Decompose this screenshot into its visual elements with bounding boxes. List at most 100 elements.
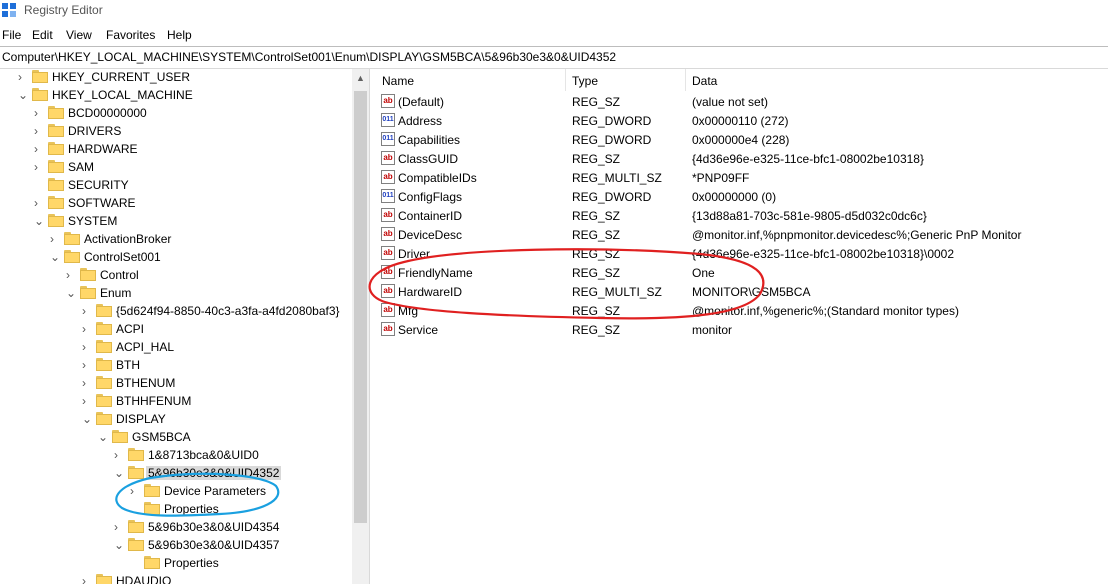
tree-item-label: HDAUDIO [116,574,172,584]
folder-icon [144,502,160,515]
chevron-down-icon[interactable]: ⌄ [82,410,92,428]
column-name[interactable]: Name [382,74,414,88]
value-name: ContainerID [398,209,463,223]
chevron-right-icon[interactable]: › [82,302,92,320]
chevron-right-icon[interactable]: › [18,69,28,86]
value-row[interactable]: ab Mfg REG_SZ @monitor.inf,%generic%;(Stand… [375,301,1108,320]
value-data: {13d88a81-703c-581e-9805-d5d032c0dc6c} [692,209,927,223]
tree-item-label: Properties [164,502,219,516]
value-row[interactable]: 011 ConfigFlags REG_DWORD 0x00000000 (0) [375,187,1108,206]
menu-help[interactable]: Help [167,28,192,42]
address-bar[interactable]: Computer\HKEY_LOCAL_MACHINE\SYSTEM\Contr… [0,46,1108,69]
tree-item-label: DRIVERS [68,124,122,138]
chevron-right-icon[interactable]: › [82,320,92,338]
value-type: REG_DWORD [572,133,652,147]
folder-icon [64,232,80,245]
chevron-down-icon[interactable]: ⌄ [18,86,28,104]
value-row[interactable]: ab ContainerID REG_SZ {13d88a81-703c-581e-9… [375,206,1108,225]
tree-item-label: Properties [164,556,219,570]
value-row[interactable]: ab CompatibleIDs REG_MULTI_SZ *PNP09FF [375,168,1108,187]
value-row[interactable]: ab Service REG_SZ monitor [375,320,1108,339]
chevron-down-icon[interactable]: ⌄ [114,464,124,482]
tree-item-label: ACPI [116,322,145,336]
chevron-right-icon[interactable]: › [82,356,92,374]
scroll-up-icon[interactable]: ▲ [356,73,365,83]
binary-value-icon: 011 [381,189,395,203]
value-name: FriendlyName [398,266,473,280]
menu-file[interactable]: File [2,28,21,42]
chevron-right-icon[interactable]: › [82,392,92,410]
value-row[interactable]: ab Driver REG_SZ {4d36e96e-e325-11ce-bfc1-0… [375,244,1108,263]
binary-value-icon: 011 [381,113,395,127]
tree-scrollbar[interactable]: ▲ [352,69,369,584]
chevron-right-icon[interactable]: › [114,518,124,536]
value-type: REG_SZ [572,95,621,109]
column-type[interactable]: Type [572,74,598,88]
value-type: REG_MULTI_SZ [572,171,662,185]
value-data: One [692,266,715,280]
column-divider[interactable] [685,69,686,91]
value-row[interactable]: ab DeviceDesc REG_SZ @monitor.inf,%pnpmonit… [375,225,1108,244]
value-data: 0x00000110 (272) [692,114,789,128]
string-value-icon: ab [381,246,395,260]
chevron-down-icon[interactable]: ⌄ [98,428,108,446]
chevron-right-icon[interactable]: › [34,122,44,140]
value-data: *PNP09FF [692,171,750,185]
chevron-down-icon[interactable]: ⌄ [50,248,60,266]
chevron-right-icon[interactable]: › [34,104,44,122]
value-row[interactable]: ab ClassGUID REG_SZ {4d36e96e-e325-11ce-bfc… [375,149,1108,168]
menu-view[interactable]: View [66,28,92,42]
value-row[interactable]: ab HardwareID REG_MULTI_SZ MONITOR\GSM5BCA [375,282,1108,301]
scroll-thumb[interactable] [354,91,367,523]
folder-icon [48,178,64,191]
tree-item-label: {5d624f94-8850-40c3-a3fa-a4fd2080baf3} [116,304,340,318]
value-data: {4d36e96e-e325-11ce-bfc1-08002be10318}\0… [692,247,955,261]
chevron-right-icon[interactable]: › [34,158,44,176]
chevron-right-icon[interactable]: › [66,266,76,284]
menu-edit[interactable]: Edit [32,28,53,42]
tree-item-label: SYSTEM [68,214,118,228]
chevron-right-icon[interactable]: › [82,572,92,584]
tree-item-label: SAM [68,160,95,174]
string-value-icon: ab [381,265,395,279]
menu-bar: File Edit View Favorites Help [0,25,1108,45]
value-type: REG_SZ [572,209,621,223]
value-row[interactable]: ab (Default) REG_SZ (value not set) [375,92,1108,111]
value-row[interactable]: ab FriendlyName REG_SZ One [375,263,1108,282]
chevron-down-icon[interactable]: ⌄ [66,284,76,302]
key-tree[interactable]: › HKEY_CURRENT_USER ⌄ HKEY_LOCAL_MACHINE › BC… [0,69,352,584]
chevron-right-icon[interactable]: › [82,374,92,392]
chevron-right-icon[interactable]: › [34,194,44,212]
chevron-down-icon[interactable]: ⌄ [114,536,124,554]
tree-item-label: HARDWARE [68,142,138,156]
address-path: Computer\HKEY_LOCAL_MACHINE\SYSTEM\Contr… [2,50,617,64]
value-data: monitor [692,323,733,337]
values-list: Name Type Data ab (Default) REG_SZ (value n… [375,69,1108,584]
chevron-right-icon[interactable]: › [82,338,92,356]
chevron-down-icon[interactable]: ⌄ [34,212,44,230]
string-value-icon: ab [381,284,395,298]
folder-icon [144,484,160,497]
folder-icon [96,340,112,353]
string-value-icon: ab [381,227,395,241]
value-row[interactable]: 011 Capabilities REG_DWORD 0x000000e4 (228) [375,130,1108,149]
string-value-icon: ab [381,151,395,165]
value-row[interactable]: 011 Address REG_DWORD 0x00000110 (272) [375,111,1108,130]
string-value-icon: ab [381,322,395,336]
folder-icon [80,286,96,299]
folder-icon [32,88,48,101]
column-data[interactable]: Data [692,74,717,88]
tree-item-label: BTHHFENUM [116,394,192,408]
chevron-right-icon[interactable]: › [130,482,140,500]
registry-icon [2,3,16,17]
tree-item-label: GSM5BCA [132,430,191,444]
string-value-icon: ab [381,94,395,108]
menu-favorites[interactable]: Favorites [106,28,155,42]
chevron-right-icon[interactable]: › [50,230,60,248]
value-data: {4d36e96e-e325-11ce-bfc1-08002be10318} [692,152,924,166]
column-divider[interactable] [565,69,566,91]
chevron-right-icon[interactable]: › [34,140,44,158]
value-data: 0x00000000 (0) [692,190,777,204]
tree-item-label: BTH [116,358,140,372]
chevron-right-icon[interactable]: › [114,446,124,464]
